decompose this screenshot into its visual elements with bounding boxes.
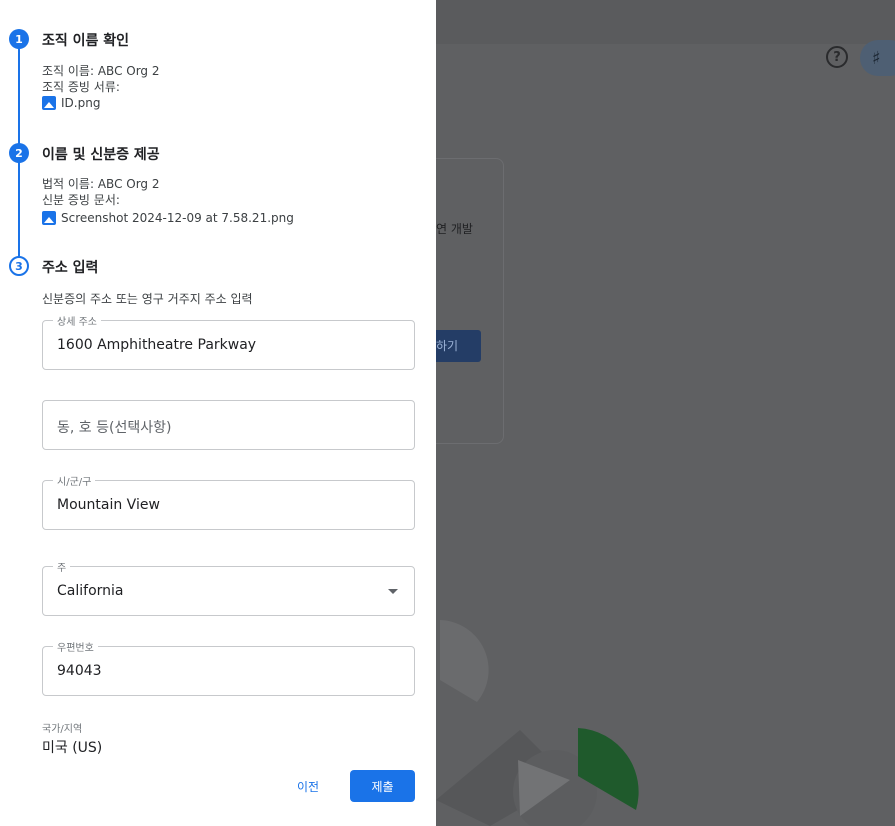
city-value: Mountain View: [57, 497, 160, 513]
step-1-file-name: ID.png: [61, 96, 101, 110]
address-description: 신분증의 주소 또는 영구 거주지 주소 입력: [42, 292, 253, 306]
step-3-current-icon: 3: [9, 256, 29, 276]
step-1-complete-icon: 1: [9, 29, 29, 49]
country-label: 국가/지역: [42, 724, 83, 735]
street-address-value: 1600 Amphitheatre Parkway: [57, 337, 257, 353]
submit-button[interactable]: 제출: [350, 770, 415, 802]
step-1-org-name: 조직 이름: ABC Org 2: [42, 64, 160, 78]
step-1-title: 조직 이름 확인: [42, 33, 130, 49]
step-1-file[interactable]: ID.png: [42, 96, 100, 110]
image-file-icon: [42, 96, 56, 110]
city-field[interactable]: 시/군/구 Mountain View: [42, 473, 415, 530]
step-2-title: 이름 및 신분증 제공: [42, 147, 160, 163]
image-file-icon: [42, 211, 56, 225]
previous-button[interactable]: 이전: [286, 770, 330, 802]
stepper-line-1: [18, 48, 20, 144]
step-1-doc-label: 조직 증빙 서류:: [42, 80, 120, 94]
street-address-field[interactable]: 상세 주소 1600 Amphitheatre Parkway: [42, 313, 415, 370]
state-value: California: [57, 583, 124, 599]
step-2-complete-icon: 2: [9, 143, 29, 163]
address-line2-placeholder: 동, 호 등(선택사항): [57, 420, 172, 436]
city-label: 시/군/구: [53, 473, 96, 488]
postal-code-value: 94043: [57, 663, 102, 679]
postal-code-label: 우편번호: [53, 639, 98, 654]
state-select[interactable]: 주 California: [42, 559, 415, 616]
dropdown-arrow-icon: [388, 589, 398, 594]
verification-panel: 1 조직 이름 확인 조직 이름: ABC Org 2 조직 증빙 서류: ID…: [0, 0, 436, 826]
help-icon[interactable]: ?: [826, 46, 848, 68]
address-line2-field[interactable]: 동, 호 등(선택사항): [42, 400, 415, 450]
step-2-file[interactable]: Screenshot 2024-12-09 at 7.58.21.png: [42, 211, 294, 225]
street-address-label: 상세 주소: [53, 313, 101, 328]
state-label: 주: [53, 559, 71, 574]
notifications-bell-icon[interactable]: ♯: [860, 40, 895, 76]
step-2-file-name: Screenshot 2024-12-09 at 7.58.21.png: [61, 211, 294, 225]
stepper-line-2: [18, 162, 20, 258]
step-2-legal-name: 법적 이름: ABC Org 2: [42, 177, 160, 191]
step-2-doc-label: 신분 증빙 문서:: [42, 193, 120, 207]
background-card-text: 연 개발: [436, 222, 473, 236]
country-value: 미국 (US): [42, 740, 103, 756]
postal-code-field[interactable]: 우편번호 94043: [42, 639, 415, 696]
step-3-title: 주소 입력: [42, 260, 99, 276]
